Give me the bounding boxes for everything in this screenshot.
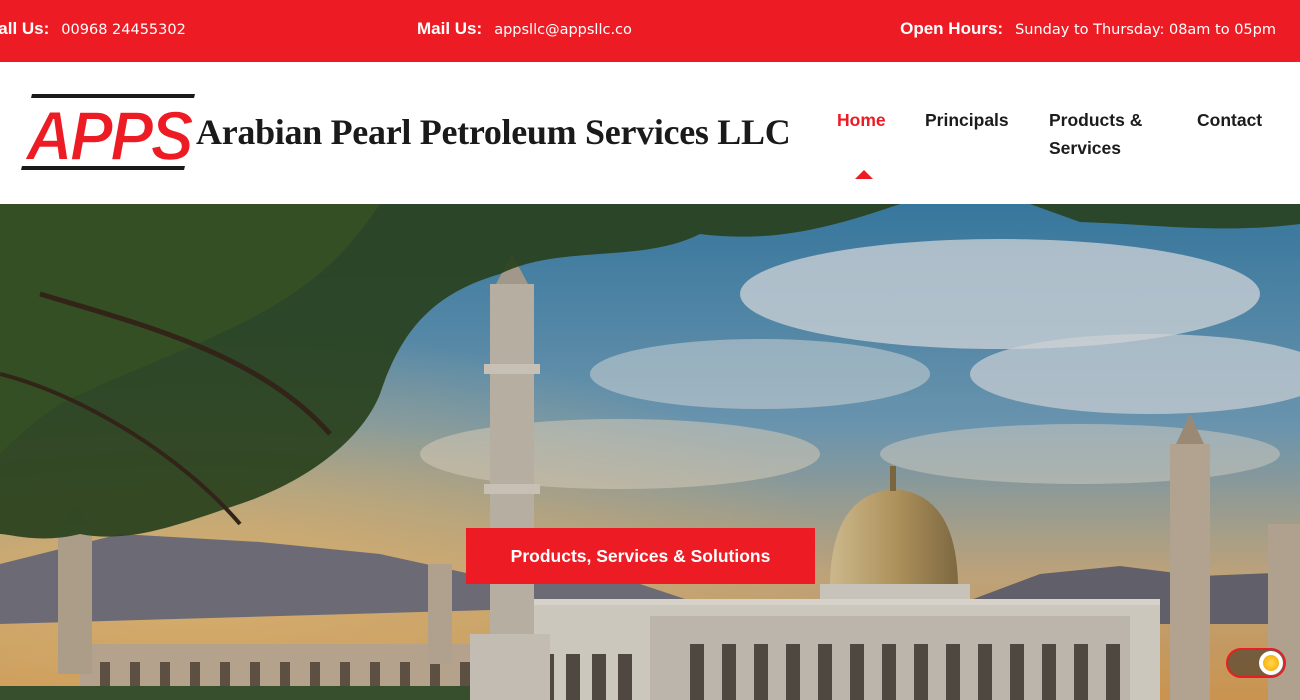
theme-toggle[interactable] [1226, 648, 1286, 678]
toggle-knob [1259, 651, 1283, 675]
site-header: APPS Arabian Pearl Petroleum Services LL… [0, 62, 1300, 204]
active-nav-indicator [855, 170, 873, 179]
company-name[interactable]: Arabian Pearl Petroleum Services LLC [196, 111, 791, 153]
products-services-solutions-button[interactable]: Products, Services & Solutions [466, 528, 815, 584]
mail-label: Mail Us: [417, 19, 483, 38]
nav-home[interactable]: Home [837, 106, 886, 134]
nav-products-services[interactable]: Products & Services [1049, 106, 1169, 162]
phone-label: Call Us: [0, 19, 50, 38]
mail-value[interactable]: appsllc@appsllc.co [494, 22, 632, 38]
logo-letters: APPS [24, 97, 193, 170]
nav-contact[interactable]: Contact [1197, 106, 1262, 134]
mail-contact[interactable]: Mail Us: appsllc@appsllc.co [417, 19, 632, 39]
hero-image [0, 204, 1300, 700]
nav-principals[interactable]: Principals [925, 106, 1009, 134]
open-hours: Open Hours: Sunday to Thursday: 08am to 0… [900, 19, 1276, 39]
hero-banner: Products, Services & Solutions [0, 204, 1300, 700]
top-contact-bar: Call Us: 00968 24455302 Mail Us: appsllc@a… [0, 0, 1300, 62]
sun-icon [1263, 655, 1279, 671]
apps-logo[interactable]: APPS [20, 94, 195, 170]
phone-contact[interactable]: Call Us: 00968 24455302 [0, 19, 186, 39]
hours-value: Sunday to Thursday: 08am to 05pm [1015, 22, 1276, 38]
hours-label: Open Hours: [900, 19, 1004, 38]
phone-value[interactable]: 00968 24455302 [61, 22, 186, 38]
